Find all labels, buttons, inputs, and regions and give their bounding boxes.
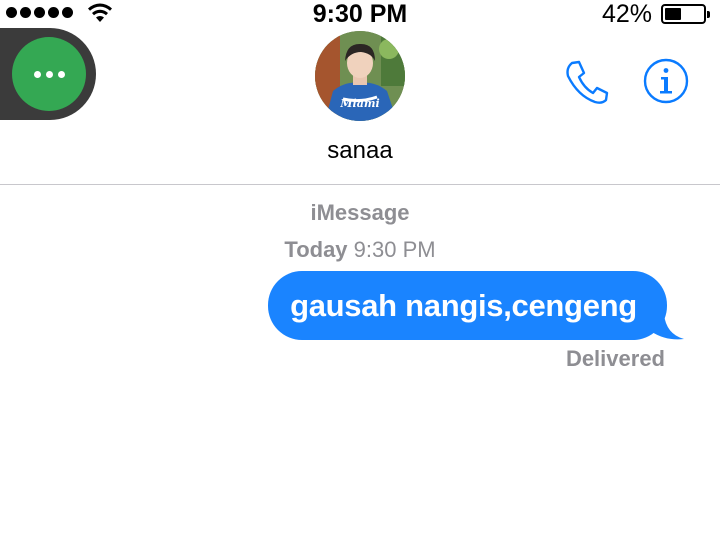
- battery-level: [665, 8, 681, 20]
- bubble-tail: [652, 314, 684, 340]
- info-icon[interactable]: [643, 58, 689, 104]
- conversation-header: Miami sanaa: [0, 28, 720, 185]
- outgoing-message-bubble[interactable]: gausah nangis,cengeng: [268, 271, 667, 340]
- assistive-touch-icon: [12, 37, 86, 111]
- assistive-touch-button[interactable]: [0, 28, 96, 120]
- contact-avatar[interactable]: Miami: [315, 31, 405, 121]
- service-label: iMessage: [310, 200, 410, 225]
- contact-name[interactable]: sanaa: [0, 136, 720, 166]
- timestamp-time: 9:30 PM: [353, 237, 436, 262]
- svg-text:Miami: Miami: [339, 97, 379, 110]
- battery-icon: [661, 4, 710, 24]
- delivery-status: Delivered: [565, 346, 665, 371]
- phone-icon[interactable]: [562, 58, 610, 106]
- status-bar: 9:30 PM 42%: [0, 0, 720, 28]
- contact-avatar-photo: Miami: [315, 31, 405, 121]
- timestamp-day: Today: [284, 237, 348, 262]
- message-timestamp: Today 9:30 PM: [0, 236, 720, 264]
- battery-percentage: 42%: [601, 0, 652, 28]
